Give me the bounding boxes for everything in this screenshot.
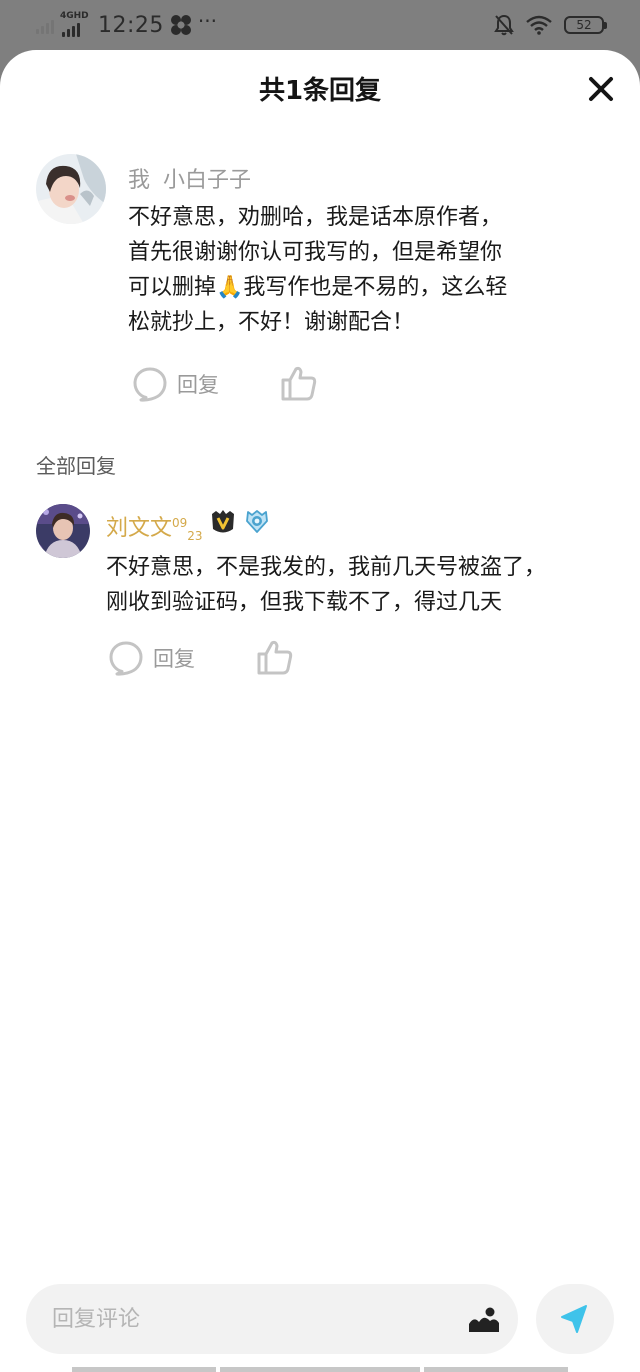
comment-line: 松就抄上，不好！谢谢配合！ — [128, 310, 415, 335]
reply-label: 回复 — [153, 647, 195, 671]
status-right: 52 — [494, 12, 607, 38]
author-superscript: 09 — [172, 516, 188, 530]
status-bar: 4GHD 12:25 ··· 52 — [0, 0, 640, 52]
battery-level: 52 — [576, 18, 592, 32]
like-button[interactable] — [256, 638, 294, 676]
close-button[interactable] — [584, 72, 618, 106]
author-subscript: 23 — [187, 529, 203, 543]
signal-icon-sim2 — [36, 16, 54, 34]
app-notification-icon — [170, 15, 191, 35]
reply-label: 回复 — [177, 373, 219, 397]
reply-button[interactable]: 回复 — [108, 640, 195, 676]
battery-icon: 52 — [564, 16, 607, 34]
reply-line: 刚收到验证码，但我下载不了，得过几天 — [106, 590, 503, 615]
thumbs-up-icon — [281, 366, 317, 401]
mute-bell-icon — [494, 14, 514, 36]
like-button[interactable] — [280, 364, 318, 402]
reply-composer — [26, 1284, 518, 1354]
reply-button[interactable]: 回复 — [132, 366, 219, 402]
reply-body: 不好意思，不是我发的，我前几天号被盗了， 刚收到验证码，但我下载不了，得过几天 — [106, 550, 546, 620]
more-notifications-icon: ··· — [197, 9, 217, 33]
reply-line: 不好意思，不是我发的，我前几天号被盗了， — [106, 555, 547, 580]
reply-author[interactable]: 刘文文0923 — [106, 510, 203, 543]
status-misc: ··· — [170, 9, 217, 36]
reply-author-name: 刘文文 — [106, 516, 173, 541]
keyboard-suggestion-strip — [72, 1367, 216, 1372]
avatar[interactable] — [36, 154, 106, 224]
comment-author[interactable]: 我 小白子子 — [128, 162, 251, 194]
comment-body: 不好意思，劝删哈，我是话本原作者， 首先很谢谢你认可我写的，但是希望你 可以删掉… — [128, 200, 507, 340]
comment-line: 不好意思，劝删哈，我是话本原作者， — [128, 205, 503, 230]
v-badge-icon — [212, 510, 234, 533]
blue-medal-icon — [246, 510, 268, 533]
network-type: 4GHD — [60, 11, 89, 21]
all-replies-label: 全部回复 — [36, 454, 116, 478]
replies-sheet: 共1条回复 我 小白子子 不好意思，劝删哈，我是话本原作者， 首先很谢谢你认可我… — [0, 50, 640, 1372]
avatar[interactable] — [36, 504, 90, 558]
cellular-4g-icon: 4GHD — [60, 11, 90, 37]
reply-input[interactable] — [52, 1284, 432, 1354]
author-prefix: 我 — [128, 168, 151, 193]
sheet-title: 共1条回复 — [258, 76, 382, 106]
comment-bubble-icon — [109, 641, 143, 676]
close-icon — [589, 77, 613, 101]
comment-line: 首先很谢谢你认可我写的，但是希望你 — [128, 240, 503, 265]
send-button[interactable] — [536, 1284, 614, 1354]
author-name: 小白子子 — [163, 168, 252, 193]
image-icon[interactable] — [468, 1304, 500, 1334]
send-icon — [561, 1305, 587, 1333]
clock: 12:25 — [98, 12, 164, 38]
keyboard-suggestion-strip — [424, 1367, 568, 1372]
comment-line: 可以删掉🙏我写作也是不易的，这么轻 — [128, 275, 508, 300]
status-left: 4GHD 12:25 ··· — [36, 10, 217, 40]
wifi-icon — [526, 15, 552, 35]
thumbs-up-icon — [257, 640, 293, 675]
comment-bubble-icon — [133, 367, 167, 402]
keyboard-suggestion-strip — [220, 1367, 420, 1372]
